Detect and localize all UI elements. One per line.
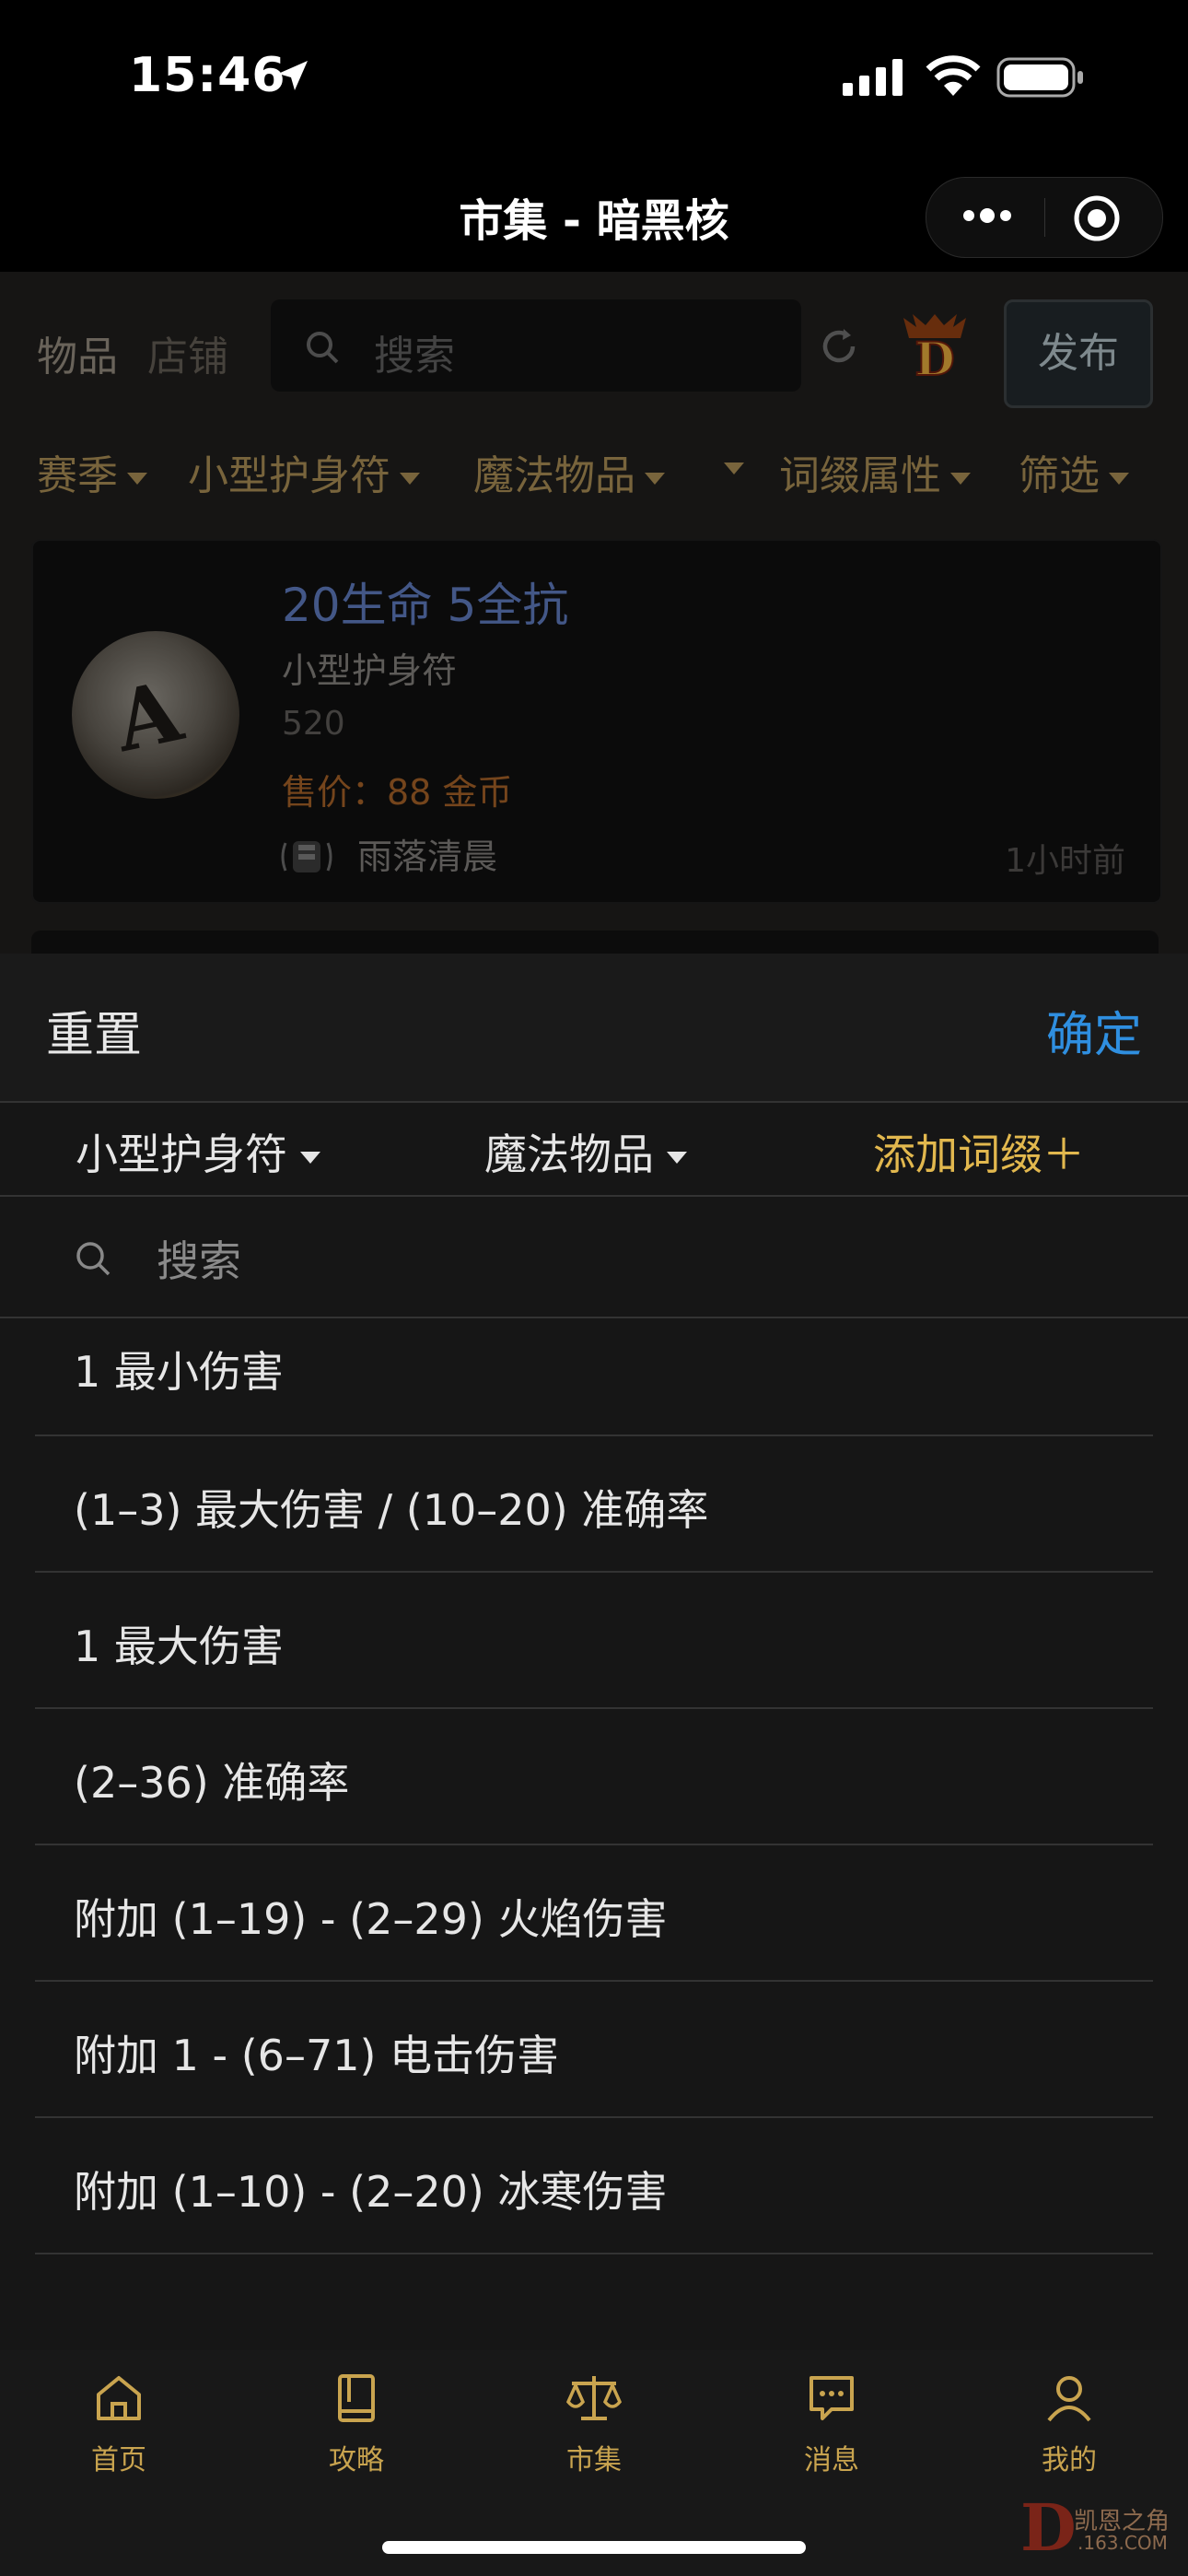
affix-list: 1 最小伤害 (1–3) 最大伤害 / (10–20) 准确率 1 最大伤害 (… <box>0 1318 1188 2254</box>
tab-home[interactable]: 首页 <box>45 2371 192 2477</box>
scales-icon <box>565 2376 623 2420</box>
chevron-down-icon <box>667 1152 687 1164</box>
reset-button[interactable]: 重置 <box>46 996 142 1065</box>
item-type-select[interactable]: 小型护身符 <box>76 1121 320 1182</box>
quality-select-label: 魔法物品 <box>484 1130 654 1179</box>
battery-icon <box>996 57 1083 98</box>
affix-label: 1 最大伤害 <box>74 1622 284 1671</box>
status-time: 15:46 <box>129 48 286 103</box>
home-indicator <box>382 2541 806 2554</box>
more-icon[interactable] <box>960 193 1015 239</box>
list-item[interactable]: 1 最小伤害 <box>35 1318 1153 1436</box>
confirm-button[interactable]: 确定 <box>1046 996 1142 1065</box>
tab-messages-label: 消息 <box>804 2444 859 2476</box>
list-item[interactable]: 附加 1 - (6–71) 电击伤害 <box>35 1982 1153 2118</box>
miniprogram-capsule <box>926 177 1163 258</box>
tab-guide[interactable]: 攻略 <box>283 2371 430 2477</box>
user-icon <box>1047 2376 1091 2422</box>
tab-mine-label: 我的 <box>1042 2444 1097 2476</box>
affix-label: (2–36) 准确率 <box>74 1758 350 1808</box>
overlay-mask[interactable] <box>0 272 1188 954</box>
close-miniprogram-icon[interactable] <box>1072 193 1122 243</box>
tab-messages[interactable]: 消息 <box>758 2371 905 2477</box>
sheet-header: 重置 确定 <box>0 954 1188 1103</box>
affix-label: 附加 (1–10) - (2–20) 冰寒伤害 <box>74 2167 668 2217</box>
cellular-signal-icon <box>843 59 903 96</box>
chevron-down-icon <box>300 1152 320 1164</box>
tab-mine[interactable]: 我的 <box>996 2371 1143 2477</box>
wifi-icon <box>926 55 981 96</box>
watermark: D 凯恩之角 .163.COM <box>1013 2489 1171 2566</box>
status-bar: 15:46 <box>0 0 1188 157</box>
list-item[interactable]: 附加 (1–19) - (2–29) 火焰伤害 <box>35 1845 1153 1982</box>
affix-filter-sheet: 重置 确定 小型护身符 魔法物品 添加词缀＋ 搜索 1 最小伤害 (1–3) 最… <box>0 954 1188 2350</box>
sheet-selectors: 小型护身符 魔法物品 添加词缀＋ <box>0 1103 1188 1197</box>
chat-icon <box>809 2376 854 2420</box>
watermark-logo: D <box>1020 2489 1077 2566</box>
list-item[interactable]: 附加 (1–10) - (2–20) 冰寒伤害 <box>35 2118 1153 2254</box>
quality-select[interactable]: 魔法物品 <box>484 1121 687 1182</box>
watermark-domain: .163.COM <box>1077 2532 1168 2554</box>
tab-market[interactable]: 市集 <box>520 2371 668 2477</box>
nav-bar: 市集 - 暗黑核 <box>0 157 1188 272</box>
affix-label: 附加 1 - (6–71) 电击伤害 <box>74 2031 560 2080</box>
affix-label: (1–3) 最大伤害 / (10–20) 准确率 <box>74 1485 709 1535</box>
location-arrow-icon <box>278 61 308 90</box>
list-item[interactable]: 1 最大伤害 <box>35 1573 1153 1709</box>
market-page: 物品 店铺 搜索 D 发布 赛季 小型护身符 魔法物品 词缀属性 筛选 A 20… <box>0 272 1188 967</box>
affix-label: 1 最小伤害 <box>74 1347 284 1397</box>
capsule-divider <box>1044 198 1045 237</box>
list-item[interactable]: (2–36) 准确率 <box>35 1709 1153 1845</box>
item-type-select-label: 小型护身符 <box>76 1130 287 1179</box>
affix-label: 附加 (1–19) - (2–29) 火焰伤害 <box>74 1894 668 1944</box>
home-icon <box>97 2376 141 2420</box>
tab-home-label: 首页 <box>91 2444 146 2476</box>
search-icon <box>76 1242 111 1276</box>
tab-guide-label: 攻略 <box>329 2444 384 2476</box>
list-item[interactable]: (1–3) 最大伤害 / (10–20) 准确率 <box>35 1436 1153 1573</box>
affix-search-input[interactable]: 搜索 <box>0 1197 1188 1318</box>
tab-market-label: 市集 <box>566 2444 622 2476</box>
affix-search-placeholder: 搜索 <box>157 1236 241 1286</box>
add-affix-button[interactable]: 添加词缀＋ <box>873 1121 1085 1182</box>
book-icon <box>338 2374 375 2422</box>
